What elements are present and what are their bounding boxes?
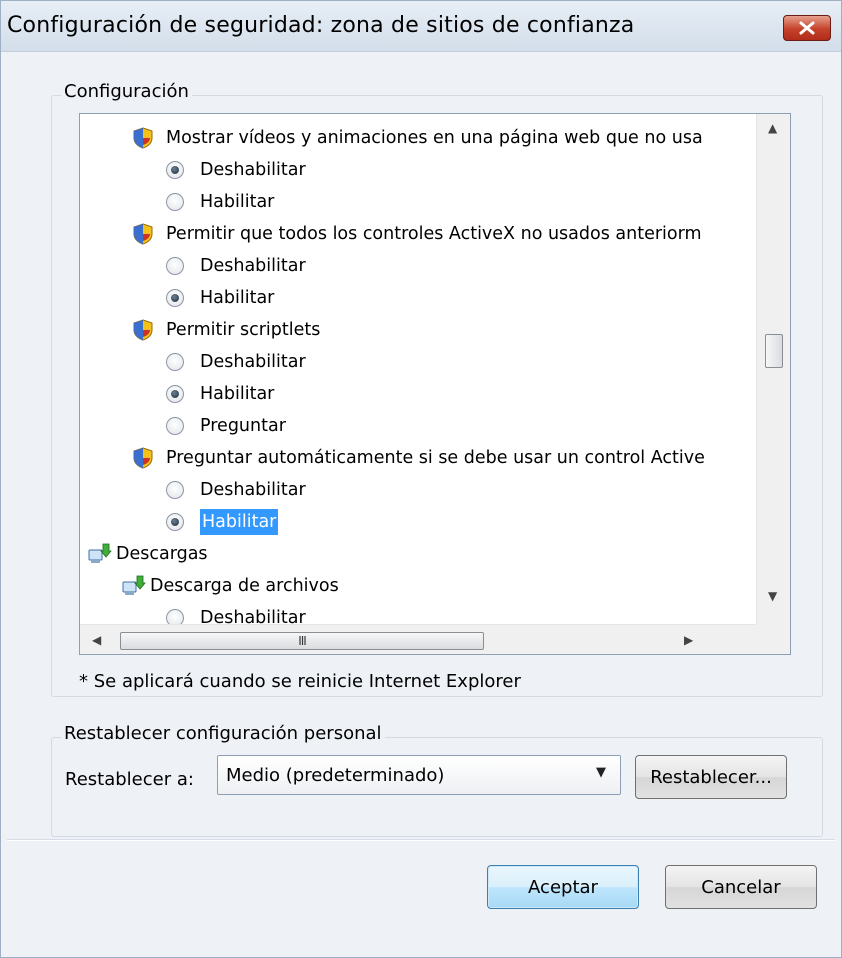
settings-tree-viewport[interactable]: Mostrar vídeos y animaciones en una pági…: [80, 114, 756, 624]
category-label: Descargas: [116, 544, 208, 564]
footer-separator: [7, 839, 835, 841]
tree-row[interactable]: Deshabilitar: [80, 474, 756, 506]
option-label: Deshabilitar: [200, 352, 306, 372]
tree-row[interactable]: Deshabilitar: [80, 346, 756, 378]
ok-button[interactable]: Aceptar: [487, 865, 639, 909]
radio-button[interactable]: [166, 257, 184, 275]
security-setting-icon: [132, 447, 154, 469]
tree-row[interactable]: Deshabilitar: [80, 250, 756, 282]
download-icon: [88, 543, 112, 565]
tree-row[interactable]: Descargas: [80, 538, 756, 570]
radio-button[interactable]: [166, 417, 184, 435]
tree-row[interactable]: Permitir que todos los controles ActiveX…: [80, 218, 756, 250]
tree-row[interactable]: Deshabilitar: [80, 602, 756, 624]
security-settings-dialog: Configuración de seguridad: zona de siti…: [0, 0, 842, 958]
horizontal-scroll-thumb[interactable]: III: [120, 632, 484, 650]
scroll-grip: III: [298, 634, 307, 648]
option-label: Habilitar: [200, 288, 275, 308]
radio-button-checked[interactable]: [166, 385, 184, 403]
setting-label: Preguntar automáticamente si se debe usa…: [166, 448, 705, 468]
security-setting-icon: [132, 127, 154, 149]
radio-button[interactable]: [166, 481, 184, 499]
setting-label: Mostrar vídeos y animaciones en una pági…: [166, 128, 703, 148]
scroll-up-arrow-icon[interactable]: ▲: [768, 122, 777, 134]
option-label: Preguntar: [200, 416, 286, 436]
tree-row[interactable]: Deshabilitar: [80, 154, 756, 186]
option-label: Habilitar: [200, 384, 275, 404]
vertical-scrollbar[interactable]: ▲ ▼: [756, 114, 790, 624]
radio-button[interactable]: [166, 193, 184, 211]
window-title: Configuración de seguridad: zona de siti…: [7, 13, 635, 38]
option-label: Deshabilitar: [200, 256, 306, 276]
cancel-button[interactable]: Cancelar: [665, 865, 817, 909]
reset-button[interactable]: Restablecer...: [635, 755, 787, 799]
scroll-left-arrow-icon[interactable]: ◀: [92, 634, 101, 646]
close-button[interactable]: [783, 15, 831, 41]
option-label: Deshabilitar: [200, 480, 306, 500]
security-setting-icon: [132, 319, 154, 341]
restart-note: * Se aplicará cuando se reinicie Interne…: [79, 671, 521, 692]
reset-group-legend: Restablecer configuración personal: [61, 723, 385, 744]
horizontal-scrollbar[interactable]: ◀ III ▶: [80, 624, 756, 654]
reset-level-select[interactable]: Medio (predeterminado) ▼: [217, 755, 621, 795]
tree-row[interactable]: Descarga de archivos: [80, 570, 756, 602]
scrollbar-corner: [756, 624, 790, 654]
scroll-right-arrow-icon[interactable]: ▶: [684, 634, 693, 646]
option-label: Habilitar: [200, 509, 279, 535]
tree-row[interactable]: Habilitar: [80, 282, 756, 314]
option-label: Deshabilitar: [200, 608, 306, 624]
radio-button[interactable]: [166, 609, 184, 624]
radio-button-checked[interactable]: [166, 161, 184, 179]
option-label: Deshabilitar: [200, 160, 306, 180]
tree-row[interactable]: Preguntar: [80, 410, 756, 442]
radio-button-checked[interactable]: [166, 289, 184, 307]
setting-label: Permitir que todos los controles ActiveX…: [166, 224, 702, 244]
scroll-down-arrow-icon[interactable]: ▼: [768, 590, 777, 602]
settings-group-legend: Configuración: [61, 81, 192, 102]
settings-tree[interactable]: Mostrar vídeos y animaciones en una pági…: [79, 113, 791, 655]
title-bar[interactable]: Configuración de seguridad: zona de siti…: [1, 1, 841, 52]
tree-row[interactable]: Habilitar: [80, 186, 756, 218]
radio-button[interactable]: [166, 353, 184, 371]
chevron-down-icon: ▼: [596, 765, 606, 780]
tree-row[interactable]: Habilitar: [80, 506, 756, 538]
tree-row[interactable]: Preguntar automáticamente si se debe usa…: [80, 442, 756, 474]
reset-to-label: Restablecer a:: [65, 769, 194, 790]
tree-row[interactable]: Habilitar: [80, 378, 756, 410]
radio-button-checked[interactable]: [166, 513, 184, 531]
tree-row[interactable]: Permitir scriptlets: [80, 314, 756, 346]
security-setting-icon: [132, 223, 154, 245]
option-label: Habilitar: [200, 192, 275, 212]
tree-row[interactable]: Mostrar vídeos y animaciones en una pági…: [80, 122, 756, 154]
vertical-scroll-thumb[interactable]: [765, 334, 783, 368]
category-label: Descarga de archivos: [150, 576, 339, 596]
setting-label: Permitir scriptlets: [166, 320, 321, 340]
reset-level-value: Medio (predeterminado): [226, 765, 445, 786]
download-icon: [122, 575, 146, 597]
close-icon: [799, 21, 815, 35]
